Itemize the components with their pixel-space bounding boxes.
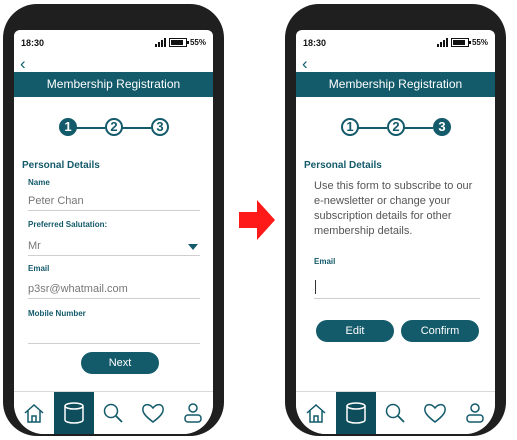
battery-percent: 55%	[189, 38, 206, 47]
mobile-label: Mobile Number	[28, 309, 86, 318]
nav-home[interactable]	[296, 392, 336, 434]
search-icon	[386, 403, 406, 423]
status-time: 18:30	[303, 38, 327, 48]
phone-screen: 18:30 55% ‹ Membership Registration 1 2 …	[14, 30, 213, 434]
chevron-down-icon	[188, 244, 198, 250]
status-icons: 55%	[436, 38, 488, 47]
battery-percent: 55%	[471, 38, 488, 47]
bottom-nav	[296, 391, 495, 434]
search-icon	[104, 403, 124, 423]
step-1: 1	[59, 118, 77, 136]
email-label: Email	[314, 257, 336, 266]
edit-button[interactable]: Edit	[316, 320, 394, 342]
status-bar: 18:30 55%	[14, 30, 213, 54]
home-icon	[24, 403, 44, 423]
nav-database[interactable]	[335, 392, 376, 434]
back-arrow-icon[interactable]: ‹	[20, 55, 26, 72]
battery-icon	[168, 38, 189, 47]
step-2: 2	[105, 118, 123, 136]
database-icon	[63, 402, 84, 424]
profile-icon	[184, 403, 202, 423]
signal-icon	[154, 38, 166, 47]
phone-screen: 18:30 55% ‹ Membership Registration 1 2 …	[296, 30, 495, 434]
step-3: 3	[151, 118, 169, 136]
home-icon	[306, 403, 326, 423]
step-connector	[403, 127, 433, 129]
section-title: Personal Details	[22, 160, 100, 171]
nav-favorites[interactable]	[133, 392, 173, 434]
nav-search[interactable]	[376, 392, 416, 434]
confirm-button[interactable]: Confirm	[401, 320, 479, 342]
phone-registration-step3: 18:30 55% ‹ Membership Registration 1 2 …	[285, 4, 506, 436]
step-indicator: 1 2 3	[341, 116, 453, 140]
nav-favorites[interactable]	[415, 392, 455, 434]
nav-search[interactable]	[94, 392, 134, 434]
salutation-label: Preferred Salutation:	[28, 220, 108, 229]
status-time: 18:30	[21, 38, 45, 48]
step-2: 2	[387, 118, 405, 136]
database-icon	[345, 402, 366, 424]
step-indicator: 1 2 3	[59, 116, 171, 140]
text-cursor	[315, 280, 316, 294]
signal-icon	[436, 38, 448, 47]
page-title: Membership Registration	[14, 72, 213, 97]
name-field[interactable]: Peter Chan	[28, 192, 200, 211]
status-icons: 55%	[154, 38, 206, 47]
email-field[interactable]	[314, 276, 480, 299]
step-3: 3	[433, 118, 451, 136]
step-1: 1	[341, 118, 359, 136]
nav-home[interactable]	[14, 392, 54, 434]
section-title: Personal Details	[304, 160, 382, 171]
email-label: Email	[28, 264, 50, 273]
salutation-select[interactable]: Mr	[28, 237, 200, 256]
heart-icon	[142, 403, 165, 423]
nav-profile[interactable]	[455, 392, 495, 434]
step-connector	[357, 127, 387, 129]
heart-icon	[424, 403, 447, 423]
right-arrow-icon	[239, 200, 275, 240]
profile-icon	[466, 403, 484, 423]
phone-registration-step1: 18:30 55% ‹ Membership Registration 1 2 …	[3, 4, 224, 436]
battery-icon	[450, 38, 471, 47]
mobile-field[interactable]	[28, 325, 200, 344]
step-connector	[75, 127, 105, 129]
email-field[interactable]: p3sr@whatmail.com	[28, 280, 200, 299]
nav-database[interactable]	[53, 392, 94, 434]
status-bar: 18:30 55%	[296, 30, 495, 54]
nav-profile[interactable]	[173, 392, 213, 434]
back-arrow-icon[interactable]: ‹	[302, 55, 308, 72]
page-title: Membership Registration	[296, 72, 495, 97]
step-connector	[121, 127, 151, 129]
salutation-value: Mr	[28, 240, 41, 252]
info-text: Use this form to subscribe to our e-news…	[314, 180, 473, 237]
next-button[interactable]: Next	[81, 352, 159, 374]
name-label: Name	[28, 178, 50, 187]
bottom-nav	[14, 391, 213, 434]
